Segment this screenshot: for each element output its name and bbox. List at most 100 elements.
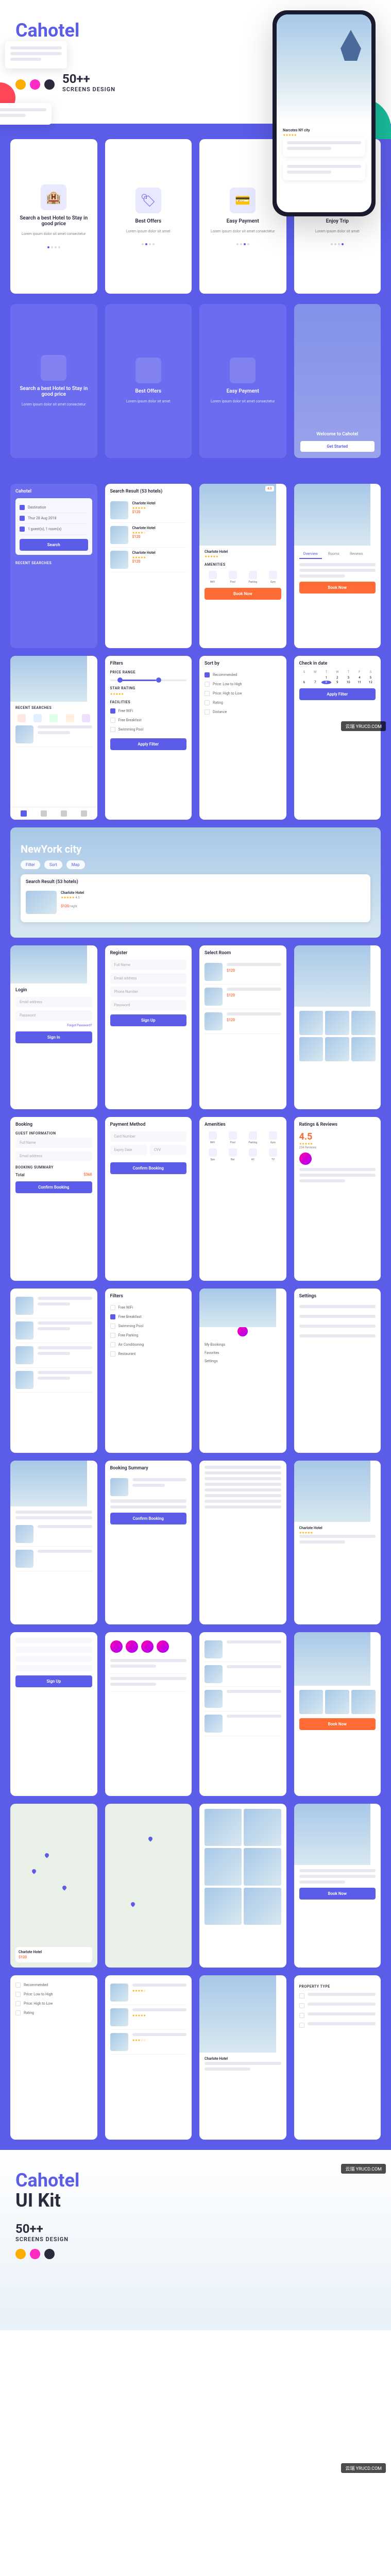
card-number-input[interactable]: Card Number <box>110 1131 187 1142</box>
xd-icon <box>30 2249 40 2259</box>
screen-sort: Sort by Recommended Price: Low to High P… <box>199 656 286 820</box>
screen-calendar: Check in date SMTWTFS 12345 6789101112 A… <box>294 656 381 820</box>
nav-profile-icon[interactable] <box>81 810 87 817</box>
expiry-input[interactable]: Expiry Date <box>110 1145 147 1155</box>
person-icon <box>20 527 25 532</box>
map-card[interactable]: Charlote Hotel $120 <box>15 1947 92 1962</box>
watermark: 云瑞 YRUCD.COM <box>341 721 386 731</box>
screen-room-select: Select Room $120 $120 $120 <box>199 945 286 1109</box>
brand-logo: Cahotel <box>15 489 92 494</box>
watermark: 云瑞 YRUCD.COM <box>341 2164 386 2174</box>
signin-button[interactable]: Sign In <box>15 1031 92 1043</box>
tab-overview[interactable]: Overview <box>299 550 322 559</box>
screen-hotel-detail-2: Overview Rooms Reviews Book Now <box>294 484 381 648</box>
book-now-button[interactable]: Book Now <box>205 588 281 600</box>
screen-recent-searches: Recent Searches <box>10 656 97 820</box>
sketch-icon <box>15 79 26 90</box>
tab-rooms[interactable]: Rooms <box>324 550 344 559</box>
tool-icons <box>15 79 55 90</box>
filter-checkbox[interactable]: Free WiFi <box>110 706 187 716</box>
menu-item[interactable]: My Bookings <box>205 1341 281 1349</box>
name-input[interactable]: Full Name <box>110 960 187 970</box>
nav-search-icon[interactable] <box>41 810 47 817</box>
footer-count: 50++ <box>15 2222 69 2236</box>
amenity-item: WiFi <box>205 571 220 584</box>
screen-list-alt <box>10 1289 97 1452</box>
nav-bookings-icon[interactable] <box>61 810 67 817</box>
screen-search-results: Search Result (53 hotels) Charlote Hotel… <box>105 484 192 648</box>
hotel-list-item[interactable]: Charlote Hotel★★★★★$120 <box>110 498 187 523</box>
detail-tabs: Overview Rooms Reviews <box>299 550 376 559</box>
feature-banner: NewYork city Filter Sort Map Search Resu… <box>10 827 381 938</box>
screen-generic <box>199 1632 286 1796</box>
screen-generic <box>105 1632 192 1796</box>
gallery-thumb[interactable] <box>299 1011 324 1035</box>
recent-searches-label: Recent Searches <box>15 561 92 565</box>
filter-pill[interactable]: Filter <box>21 860 40 869</box>
screen-payment: Payment Method Card Number Expiry Date C… <box>105 1117 192 1281</box>
screen-generic: Charlote Hotel <box>199 1975 286 2139</box>
reviewer-avatar <box>299 1153 312 1165</box>
tab-reviews[interactable]: Reviews <box>346 550 367 559</box>
guests-input[interactable]: 1 guest(s), 1 room(s) <box>20 524 88 535</box>
rating-badge: 4.5 <box>265 486 274 492</box>
screen-home-search: Cahotel Destination Thur 28 Aug 2018 1 g… <box>10 484 97 648</box>
onboard-purple-2: Best Offers Lorem ipsum dolor sit amet <box>105 304 192 459</box>
xd-icon <box>30 79 40 90</box>
screen-generic: Charlote Hotel★★★★★ <box>294 1461 381 1624</box>
float-card-2 <box>0 103 52 125</box>
sort-option[interactable]: Recommended <box>205 670 281 680</box>
sort-pill[interactable]: Sort <box>44 860 62 869</box>
screen-generic <box>199 1804 286 1968</box>
map-pin-icon[interactable] <box>44 1852 50 1858</box>
screen-generic <box>199 1461 286 1624</box>
get-started-button[interactable]: Get Started <box>300 441 375 452</box>
screen-gallery <box>294 945 381 1109</box>
screen-generic: Book Now <box>294 1804 381 1968</box>
screen-count-label: SCREENS DESIGN <box>62 86 115 93</box>
cvv-input[interactable]: CVV <box>150 1145 186 1155</box>
map-pill[interactable]: Map <box>66 860 85 869</box>
figma-icon <box>44 2249 55 2259</box>
screen-generic: Sign Up <box>10 1632 97 1796</box>
watermark: 云瑞 YRUCD.COM <box>341 2463 386 2473</box>
search-button[interactable]: Search <box>20 539 88 551</box>
confirm-booking-button[interactable]: Confirm Booking <box>15 1181 92 1193</box>
signup-button[interactable]: Sign Up <box>110 1014 187 1026</box>
password-input[interactable]: Password <box>110 1000 187 1010</box>
phone-input[interactable]: Phone Number <box>110 987 187 997</box>
screen-generic: ★★★★☆★★★★★★★★☆☆ <box>105 1975 192 2139</box>
apply-filter-button[interactable]: Apply Filter <box>110 738 187 750</box>
footer-count-label: SCREENS DESIGN <box>15 2236 69 2243</box>
checkin-input[interactable]: Thur 28 Aug 2018 <box>20 513 88 524</box>
screens-section: Cahotel Destination Thur 28 Aug 2018 1 g… <box>0 473 391 2149</box>
phone-mockup: Narcotes NY city ★★★★★ <box>273 10 376 216</box>
destination-input[interactable]: Destination <box>20 502 88 513</box>
book-now-button[interactable]: Book Now <box>299 582 376 594</box>
offers-icon: 🏷 <box>135 188 161 213</box>
onboard-title: Search a best Hotel to Stay in good pric… <box>16 215 91 227</box>
pay-button[interactable]: Confirm Booking <box>110 1162 187 1174</box>
screen-filters-2: Filters Free WiFi Free Breakfast Swimmin… <box>105 1289 192 1452</box>
hotel-list-item[interactable]: Charlote Hotel★★★★☆$120 <box>110 523 187 548</box>
email-input[interactable]: Email address <box>110 973 187 984</box>
screen-register: Register Full Name Email address Phone N… <box>105 945 192 1109</box>
password-input[interactable]: Password <box>15 1010 92 1021</box>
screen-generic <box>10 1461 97 1624</box>
nav-home-icon[interactable] <box>21 810 27 817</box>
onboard-desc: Lorem ipsum dolor sit amet consectetur <box>22 232 86 237</box>
forgot-password-link[interactable]: Forgot Password? <box>15 1024 92 1027</box>
screen-login: Login Email address Password Forgot Pass… <box>10 945 97 1109</box>
price-slider[interactable] <box>110 680 187 681</box>
screen-hotel-detail: 4.5 Charlote Hotel ★★★★★ Amenities WiFi … <box>199 484 286 648</box>
footer-title: Cahotel UI Kit <box>15 2171 376 2211</box>
email-input[interactable]: Email address <box>15 997 92 1007</box>
hotel-list-item[interactable]: Charlote Hotel★★★★★$120 <box>110 548 187 572</box>
room-item[interactable]: $120 <box>205 960 281 985</box>
apply-date-button[interactable]: Apply Filter <box>299 688 376 700</box>
float-card-1 <box>5 41 67 69</box>
screen-map: Charlote Hotel $120 <box>10 1804 97 1968</box>
onboard-card-1: 🏨 Search a best Hotel to Stay in good pr… <box>10 139 97 294</box>
screen-amenities: Amenities WiFi Pool Parking Gym Spa Bar … <box>199 1117 286 1281</box>
screen-reviews: Ratings & Reviews 4.5 ★★★★★ 234 Reviews <box>294 1117 381 1281</box>
